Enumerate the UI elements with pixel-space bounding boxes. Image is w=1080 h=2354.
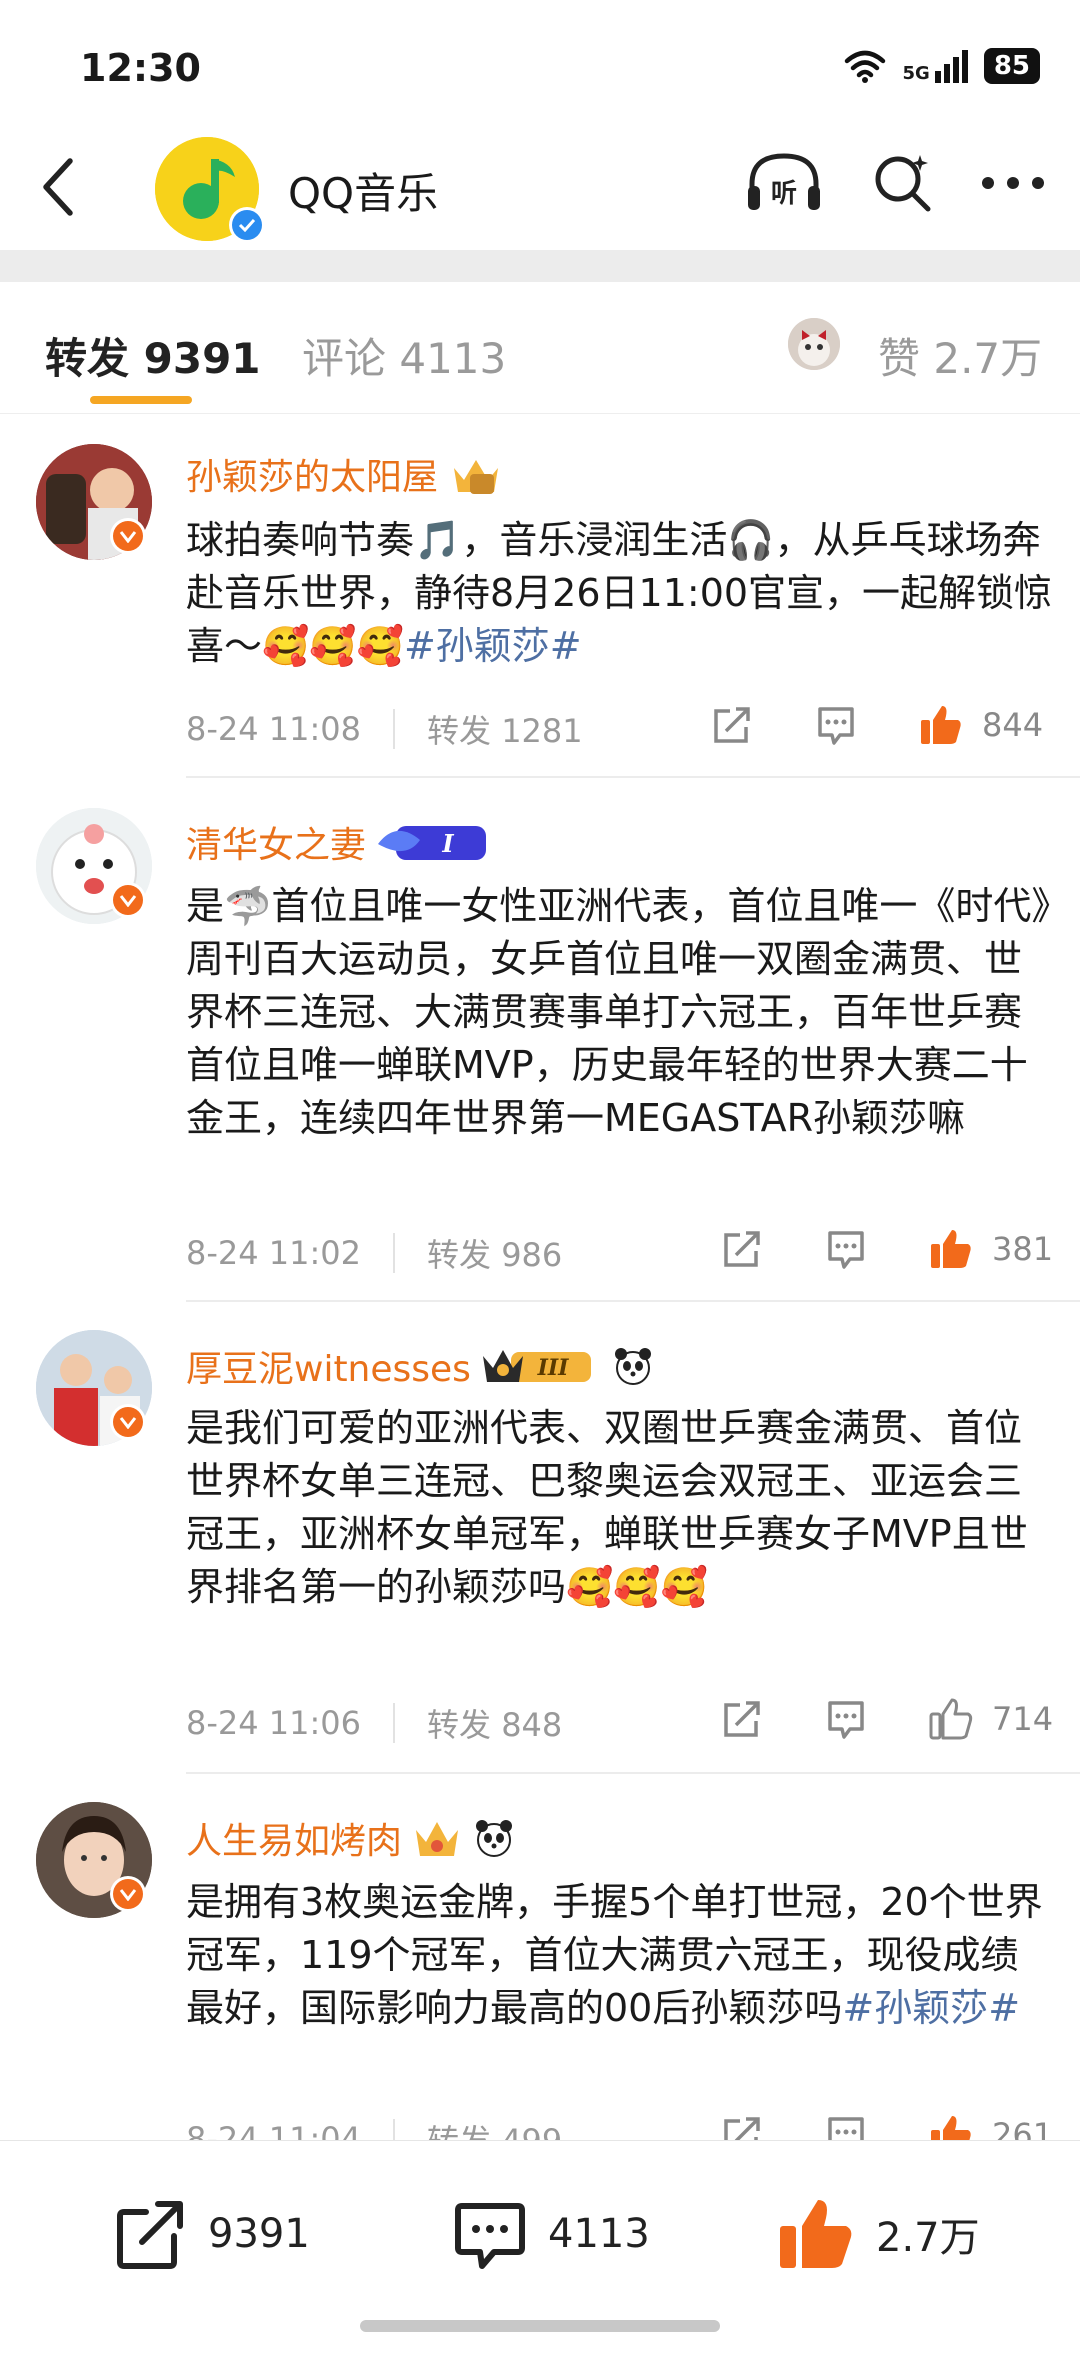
comment-actions: 381 bbox=[720, 1226, 1053, 1272]
home-indicator[interactable] bbox=[360, 2320, 720, 2332]
network-type: 5G bbox=[902, 63, 930, 84]
share-icon bbox=[117, 2201, 183, 2269]
verified-badge-icon bbox=[110, 882, 146, 918]
author-name: 孙颖莎的太阳屋 bbox=[186, 457, 439, 498]
comment-author[interactable]: 孙颖莎的太阳屋 bbox=[186, 448, 504, 500]
tab-like[interactable]: 赞 2.7万 bbox=[878, 325, 1042, 386]
share-icon[interactable] bbox=[720, 1227, 764, 1271]
tab-comment[interactable]: 评论 4113 bbox=[302, 325, 506, 386]
like-thumb-icon[interactable] bbox=[918, 702, 964, 748]
comment-author[interactable]: 清华女之妻 I bbox=[186, 816, 490, 868]
status-icons: 5G 85 bbox=[843, 48, 1040, 84]
panda-icon bbox=[476, 1820, 513, 1857]
like-count: 714 bbox=[992, 1700, 1054, 1738]
verified-badge-icon bbox=[110, 1876, 146, 1912]
like-count: 381 bbox=[992, 1230, 1054, 1268]
comment-forward-count[interactable]: 转发 986 bbox=[427, 1230, 562, 1276]
comment-actions: 844 bbox=[710, 702, 1043, 748]
comment-author[interactable]: 厚豆泥witnesses III bbox=[186, 1340, 655, 1392]
comment-author[interactable]: 人生易如烤肉 bbox=[186, 1812, 516, 1864]
bottom-comment-button[interactable]: 4113 bbox=[452, 2196, 650, 2272]
hashtag-link[interactable]: #孙颖莎# bbox=[404, 624, 582, 668]
author-name: 清华女之妻 bbox=[186, 825, 367, 866]
like-thumb-icon[interactable] bbox=[928, 1226, 974, 1272]
listen-headphones-icon[interactable]: 听 bbox=[744, 150, 824, 216]
comment-time: 8-24 11:06 bbox=[186, 1704, 362, 1742]
like-thumb-icon bbox=[780, 2200, 852, 2268]
status-time: 12:30 bbox=[80, 46, 201, 90]
comment-text: 球拍奏响节奏🎵，音乐浸润生活🎧，从乒乓球场奔赴音乐世界，静待8月26日11:00… bbox=[186, 518, 1053, 668]
comment-text: 是我们可爱的亚洲代表、双圈世乒赛金满贯、首位世界杯女单三连冠、巴黎奥运会双冠王、… bbox=[186, 1406, 1028, 1609]
verified-badge-icon bbox=[110, 518, 146, 554]
comment-actions: 714 bbox=[720, 1696, 1053, 1742]
svg-text:I: I bbox=[441, 829, 454, 858]
like-count: 844 bbox=[982, 706, 1044, 744]
hashtag-link[interactable]: #孙颖莎# bbox=[842, 1986, 1020, 2030]
comment-divider bbox=[186, 1300, 1080, 1302]
author-name: 人生易如烤肉 bbox=[186, 1821, 403, 1862]
tab-forward[interactable]: 转发 9391 bbox=[45, 325, 261, 386]
verified-badge-icon bbox=[110, 1404, 146, 1440]
back-arrow-icon[interactable] bbox=[38, 155, 78, 219]
crown-badge-icon bbox=[454, 460, 499, 494]
svg-text:III: III bbox=[537, 1355, 570, 1381]
bottom-like-button[interactable]: 2.7万 bbox=[776, 2194, 980, 2274]
comment-time: 8-24 11:08 bbox=[186, 710, 362, 748]
bottom-comment-count: 4113 bbox=[548, 2211, 650, 2257]
author-name: 厚豆泥witnesses bbox=[186, 1349, 471, 1390]
verified-badge-icon bbox=[229, 207, 265, 243]
comment-icon[interactable] bbox=[814, 703, 858, 747]
section-divider bbox=[0, 250, 1080, 282]
search-icon[interactable] bbox=[870, 151, 934, 215]
comment-text: 是拥有3枚奥运金牌，手握5个单打世冠，20个世界冠军，119个冠军，首位大满贯六… bbox=[186, 1880, 1043, 2030]
header-actions: 听 bbox=[744, 150, 1046, 216]
comment-icon bbox=[455, 2203, 525, 2269]
share-icon[interactable] bbox=[720, 1697, 764, 1741]
crown-badge-icon bbox=[416, 1822, 459, 1856]
like-thumb-outline-icon[interactable] bbox=[928, 1696, 974, 1742]
share-icon[interactable] bbox=[710, 703, 754, 747]
page-title: QQ音乐 bbox=[288, 169, 439, 218]
battery-indicator: 85 bbox=[983, 48, 1040, 84]
bottom-forward-button[interactable]: 9391 bbox=[112, 2196, 310, 2272]
wifi-icon bbox=[844, 50, 885, 83]
comment-icon[interactable] bbox=[824, 1227, 868, 1271]
bottom-like-count: 2.7万 bbox=[876, 2215, 980, 2261]
comment-text: 是🦈首位且唯一女性亚洲代表，首位且唯一《时代》周刊百大运动员，女乒首位且唯一双圈… bbox=[186, 884, 1051, 1140]
comment-forward-count[interactable]: 转发 848 bbox=[427, 1700, 562, 1746]
comment-meta: 8-24 11:06 转发 848 bbox=[186, 1700, 562, 1746]
liker-avatar[interactable] bbox=[788, 318, 840, 370]
cellular-icon: 5G bbox=[903, 49, 968, 83]
crown-level-badge-icon: III bbox=[482, 1350, 591, 1382]
more-icon[interactable] bbox=[980, 173, 1046, 193]
account-avatar[interactable] bbox=[155, 137, 265, 243]
comment-forward-count[interactable]: 转发 1281 bbox=[427, 706, 583, 752]
comment-icon[interactable] bbox=[824, 1697, 868, 1741]
bottom-forward-count: 9391 bbox=[208, 2211, 310, 2257]
comment-time: 8-24 11:02 bbox=[186, 1234, 362, 1272]
comment-divider bbox=[186, 776, 1080, 778]
active-tab-indicator bbox=[90, 396, 192, 404]
svg-text:听: 听 bbox=[771, 179, 797, 209]
panda-icon bbox=[614, 1348, 651, 1385]
comment-divider bbox=[186, 1772, 1080, 1774]
whale-member-badge-icon: I bbox=[378, 826, 487, 860]
comment-meta: 8-24 11:08 转发 1281 bbox=[186, 706, 583, 752]
comment-meta: 8-24 11:02 转发 986 bbox=[186, 1230, 562, 1276]
